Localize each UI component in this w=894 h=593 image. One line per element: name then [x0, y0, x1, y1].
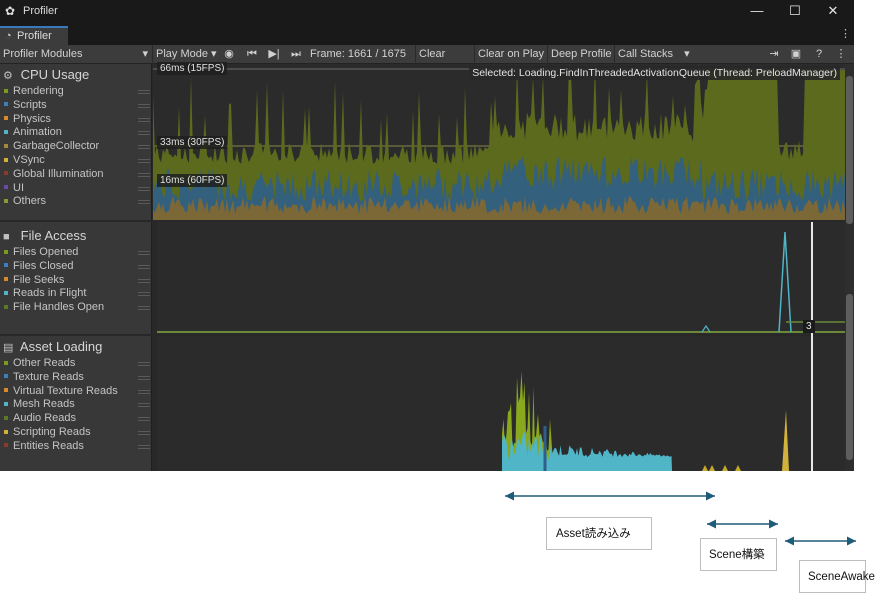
scene-awake-annotation: SceneAwake [799, 560, 875, 593]
asset-loading-annotation: Asset読み込み [546, 517, 652, 550]
scene-build-annotation: Scene構築 [700, 538, 777, 571]
annotation-arrows [505, 491, 856, 546]
